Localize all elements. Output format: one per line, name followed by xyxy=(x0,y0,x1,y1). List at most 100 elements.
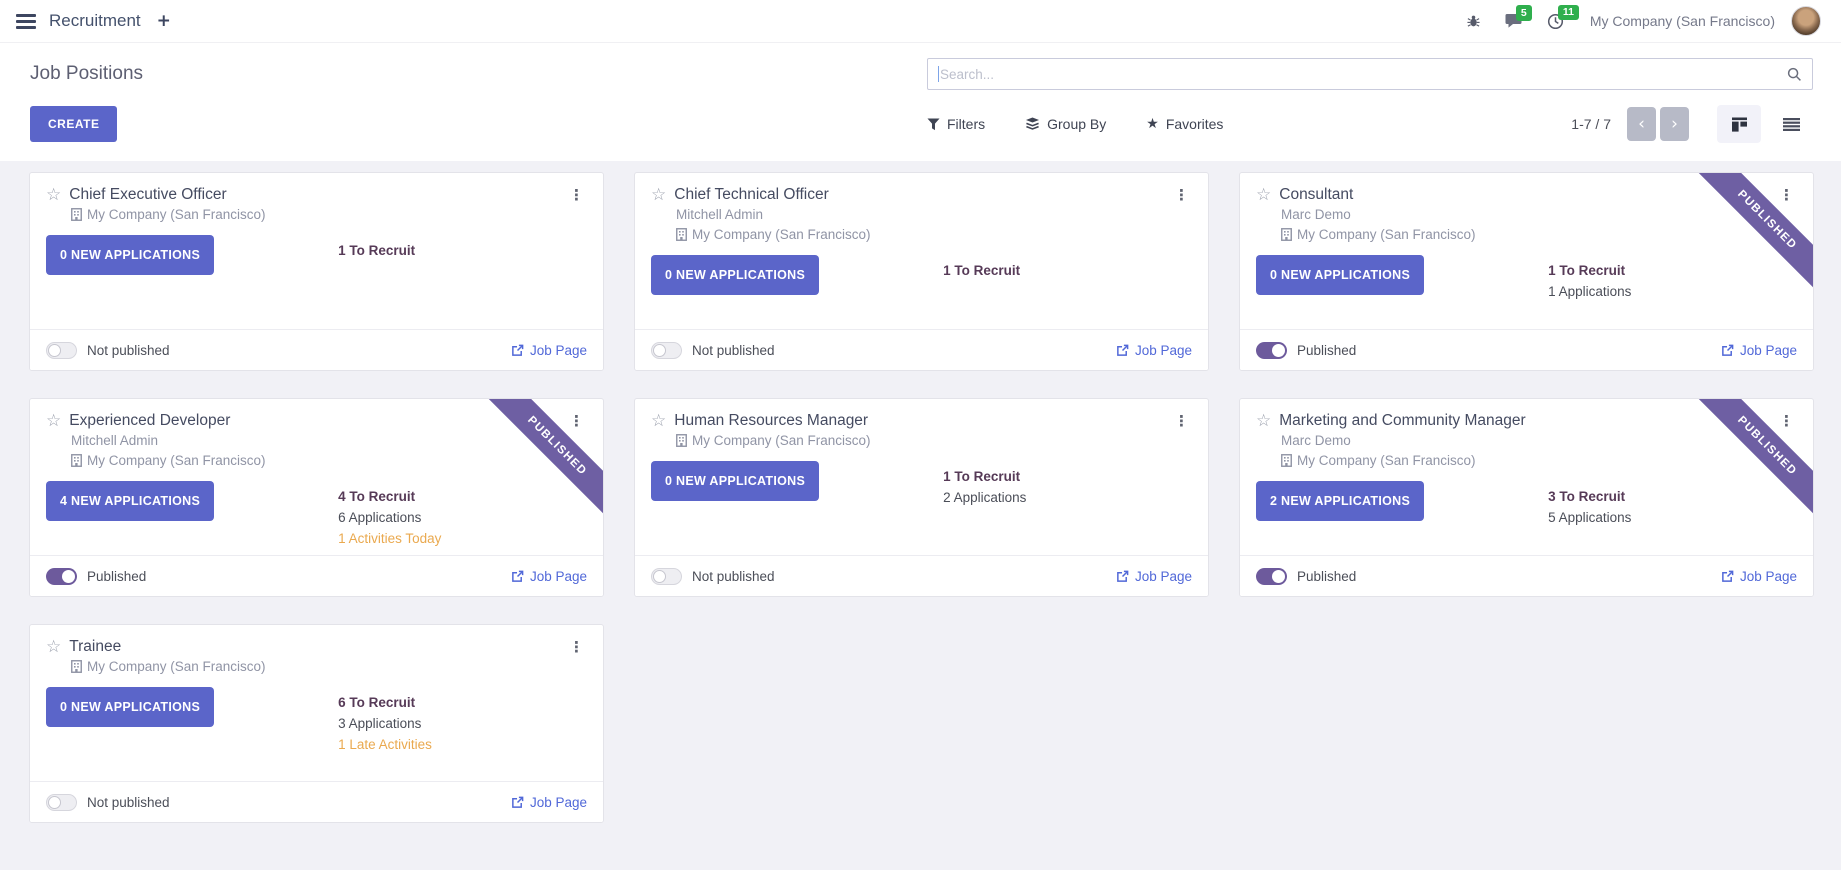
company-name: My Company (San Francisco) xyxy=(87,451,266,470)
publish-toggle[interactable] xyxy=(1256,342,1287,359)
card-footer: Not published Job Page xyxy=(30,781,603,822)
job-page-link[interactable]: Job Page xyxy=(511,343,587,358)
building-icon xyxy=(71,208,82,221)
user-avatar[interactable] xyxy=(1791,6,1821,36)
company-name: My Company (San Francisco) xyxy=(692,225,871,244)
group-by-button[interactable]: Group By xyxy=(1025,116,1106,132)
favorite-star-icon[interactable]: ☆ xyxy=(651,187,666,204)
favorite-star-icon[interactable]: ☆ xyxy=(46,413,61,430)
job-card[interactable]: PUBLISHED ☆ Marketing and Community Mana… xyxy=(1239,398,1814,597)
search-box[interactable] xyxy=(927,58,1813,90)
job-page-link[interactable]: Job Page xyxy=(1116,343,1192,358)
job-title[interactable]: Marketing and Community Manager xyxy=(1279,412,1525,430)
publish-toggle[interactable] xyxy=(651,342,682,359)
create-button[interactable]: CREATE xyxy=(30,106,117,142)
text-caret xyxy=(938,66,939,82)
to-recruit-link[interactable]: 1 To Recruit xyxy=(1548,260,1631,281)
applications-link[interactable]: 5 Applications xyxy=(1548,507,1631,528)
card-footer: Published Job Page xyxy=(1240,329,1813,370)
hamburger-menu-icon[interactable] xyxy=(16,14,36,29)
job-title[interactable]: Trainee xyxy=(69,638,121,656)
applications-link[interactable]: 3 Applications xyxy=(338,713,432,734)
job-page-label: Job Page xyxy=(530,795,587,810)
company-switcher[interactable]: My Company (San Francisco) xyxy=(1590,13,1775,29)
kebab-menu-icon[interactable]: ⋮ xyxy=(566,186,587,204)
company-name: My Company (San Francisco) xyxy=(1297,225,1476,244)
activities-link[interactable]: 1 Late Activities xyxy=(338,734,432,755)
job-card[interactable]: PUBLISHED ☆ Consultant ⋮ Marc Demo My Co… xyxy=(1239,172,1814,371)
card-footer: Not published Job Page xyxy=(635,329,1208,370)
favorites-label: Favorites xyxy=(1166,116,1224,132)
top-navbar: Recruitment + 5 11 My Company (San Franc… xyxy=(0,0,1841,43)
to-recruit-link[interactable]: 3 To Recruit xyxy=(1548,486,1631,507)
job-card[interactable]: ☆ Human Resources Manager ⋮ My Company (… xyxy=(634,398,1209,597)
favorite-star-icon[interactable]: ☆ xyxy=(46,639,61,656)
to-recruit-link[interactable]: 6 To Recruit xyxy=(338,692,432,713)
to-recruit-link[interactable]: 1 To Recruit xyxy=(943,260,1020,281)
kanban-board: ☆ Chief Executive Officer ⋮ My Company (… xyxy=(0,161,1841,870)
new-applications-button[interactable]: 0 NEW APPLICATIONS xyxy=(651,461,819,501)
job-card[interactable]: ☆ Chief Executive Officer ⋮ My Company (… xyxy=(29,172,604,371)
publish-toggle[interactable] xyxy=(651,568,682,585)
job-title[interactable]: Chief Executive Officer xyxy=(69,186,226,204)
kebab-menu-icon[interactable]: ⋮ xyxy=(566,412,587,430)
job-card[interactable]: ☆ Chief Technical Officer ⋮ Mitchell Adm… xyxy=(634,172,1209,371)
job-page-link[interactable]: Job Page xyxy=(511,795,587,810)
favorite-star-icon[interactable]: ☆ xyxy=(651,413,666,430)
search-input[interactable] xyxy=(940,67,1787,82)
favorites-button[interactable]: ★ Favorites xyxy=(1146,116,1223,132)
publish-toggle[interactable] xyxy=(46,794,77,811)
pager-previous-button[interactable]: ‹ xyxy=(1627,107,1656,141)
job-page-link[interactable]: Job Page xyxy=(1721,569,1797,584)
plus-icon[interactable]: + xyxy=(157,11,171,31)
kebab-menu-icon[interactable]: ⋮ xyxy=(566,638,587,656)
kebab-menu-icon[interactable]: ⋮ xyxy=(1171,186,1192,204)
applications-link[interactable]: 2 Applications xyxy=(943,487,1026,508)
job-title[interactable]: Chief Technical Officer xyxy=(674,186,829,204)
new-applications-button[interactable]: 2 NEW APPLICATIONS xyxy=(1256,481,1424,521)
publish-toggle[interactable] xyxy=(1256,568,1287,585)
manager-line: Marc Demo xyxy=(1281,431,1797,450)
favorite-star-icon[interactable]: ☆ xyxy=(46,187,61,204)
job-title[interactable]: Human Resources Manager xyxy=(674,412,868,430)
to-recruit-link[interactable]: 4 To Recruit xyxy=(338,486,441,507)
publish-toggle[interactable] xyxy=(46,568,77,585)
job-page-link[interactable]: Job Page xyxy=(511,569,587,584)
to-recruit-link[interactable]: 1 To Recruit xyxy=(338,240,415,261)
activities-clock-icon[interactable]: 11 xyxy=(1547,13,1564,30)
new-applications-button[interactable]: 4 NEW APPLICATIONS xyxy=(46,481,214,521)
job-title[interactable]: Consultant xyxy=(1279,186,1353,204)
kebab-menu-icon[interactable]: ⋮ xyxy=(1776,186,1797,204)
kebab-menu-icon[interactable]: ⋮ xyxy=(1171,412,1192,430)
search-icon[interactable] xyxy=(1787,67,1802,82)
filters-button[interactable]: Filters xyxy=(927,116,985,132)
job-card[interactable]: PUBLISHED ☆ Experienced Developer ⋮ Mitc… xyxy=(29,398,604,597)
job-card[interactable]: ☆ Trainee ⋮ My Company (San Francisco) 0… xyxy=(29,624,604,823)
new-applications-button[interactable]: 0 NEW APPLICATIONS xyxy=(1256,255,1424,295)
job-page-link[interactable]: Job Page xyxy=(1721,343,1797,358)
new-applications-button[interactable]: 0 NEW APPLICATIONS xyxy=(46,235,214,275)
building-icon xyxy=(676,434,687,447)
debug-bug-icon[interactable] xyxy=(1466,14,1481,28)
stats: 6 To Recruit 3 Applications 1 Late Activ… xyxy=(338,692,432,755)
publish-toggle[interactable] xyxy=(46,342,77,359)
kanban-view-button[interactable] xyxy=(1717,105,1761,143)
pager-next-button[interactable]: › xyxy=(1660,107,1689,141)
new-applications-button[interactable]: 0 NEW APPLICATIONS xyxy=(651,255,819,295)
applications-link[interactable]: 6 Applications xyxy=(338,507,441,528)
activities-count-badge: 11 xyxy=(1558,5,1579,21)
job-title[interactable]: Experienced Developer xyxy=(69,412,230,430)
kebab-menu-icon[interactable]: ⋮ xyxy=(1776,412,1797,430)
new-applications-button[interactable]: 0 NEW APPLICATIONS xyxy=(46,687,214,727)
activities-link[interactable]: 1 Activities Today xyxy=(338,528,441,549)
building-icon xyxy=(71,454,82,467)
applications-link[interactable]: 1 Applications xyxy=(1548,281,1631,302)
messages-icon[interactable]: 5 xyxy=(1505,13,1523,29)
favorite-star-icon[interactable]: ☆ xyxy=(1256,413,1271,430)
list-view-button[interactable] xyxy=(1769,105,1813,143)
topbar-right: 5 11 My Company (San Francisco) xyxy=(1442,6,1821,36)
to-recruit-link[interactable]: 1 To Recruit xyxy=(943,466,1026,487)
favorite-star-icon[interactable]: ☆ xyxy=(1256,187,1271,204)
app-name[interactable]: Recruitment xyxy=(49,11,141,31)
job-page-link[interactable]: Job Page xyxy=(1116,569,1192,584)
